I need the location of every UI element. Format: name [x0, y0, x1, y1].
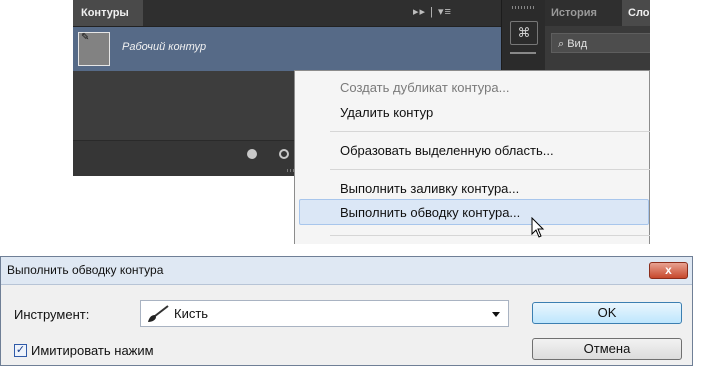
chevron-down-icon [492, 312, 500, 317]
menu-item-stroke-path[interactable]: Выполнить обводку контура... [340, 205, 520, 220]
mouse-cursor-icon [531, 217, 545, 238]
fill-path-icon[interactable] [247, 149, 257, 159]
menu-separator [330, 235, 650, 236]
right-panel-tabs: История Сло [545, 0, 650, 26]
menu-item-delete-path[interactable]: Удалить контур [340, 105, 433, 120]
menu-separator [330, 169, 650, 170]
stroke-path-dialog: Выполнить обводку контура x Инструмент: … [0, 256, 693, 366]
path-row-work-path[interactable]: ✎ Рабочий контур [73, 27, 501, 71]
paths-panel-tab-strip: Контуры ▸▸ | ▾≡ [73, 0, 501, 27]
simulate-pressure-label[interactable]: Имитировать нажим [31, 343, 154, 358]
layers-dock-icon[interactable] [510, 52, 536, 62]
ok-button[interactable]: OK [532, 302, 682, 324]
brush-icon [148, 305, 169, 322]
tab-layers[interactable]: Сло [622, 0, 650, 26]
panel-menu-controls[interactable]: ▸▸ | ▾≡ [413, 5, 452, 18]
context-menu: Создать дубликат контура... Удалить конт… [294, 70, 650, 244]
filter-kind-label: Вид [567, 38, 588, 50]
close-button[interactable]: x [649, 262, 688, 279]
stroke-path-icon[interactable] [279, 149, 289, 159]
tool-label: Инструмент: [14, 307, 90, 322]
menu-separator [330, 131, 650, 132]
menu-item-make-selection[interactable]: Образовать выделенную область... [340, 143, 554, 158]
photoshop-workspace: Контуры ▸▸ | ▾≡ ✎ Рабочий контур ⌘ Истор… [73, 0, 650, 244]
path-name: Рабочий контур [122, 41, 207, 53]
layer-filter-field[interactable]: ⌕ Вид [551, 33, 650, 53]
pen-icon: ✎ [81, 32, 90, 43]
cancel-button[interactable]: Отмена [532, 338, 682, 360]
path-thumbnail: ✎ [78, 32, 110, 66]
dialog-title: Выполнить обводку контура [7, 263, 164, 277]
dock-grip[interactable] [512, 6, 536, 9]
menu-item-fill-path[interactable]: Выполнить заливку контура... [340, 181, 519, 196]
search-icon: ⌕ [558, 38, 568, 50]
simulate-pressure-checkbox[interactable]: ✓ [14, 344, 27, 357]
paths-dock-icon[interactable]: ⌘ [510, 21, 538, 45]
tab-history[interactable]: История [551, 0, 597, 26]
tool-value: Кисть [174, 306, 209, 321]
close-icon: x [665, 263, 672, 277]
tool-select[interactable]: Кисть [140, 300, 509, 327]
dialog-title-bar[interactable]: Выполнить обводку контура x [1, 257, 692, 285]
tab-paths[interactable]: Контуры [73, 0, 143, 26]
menu-item-duplicate-path[interactable]: Создать дубликат контура... [340, 80, 509, 95]
